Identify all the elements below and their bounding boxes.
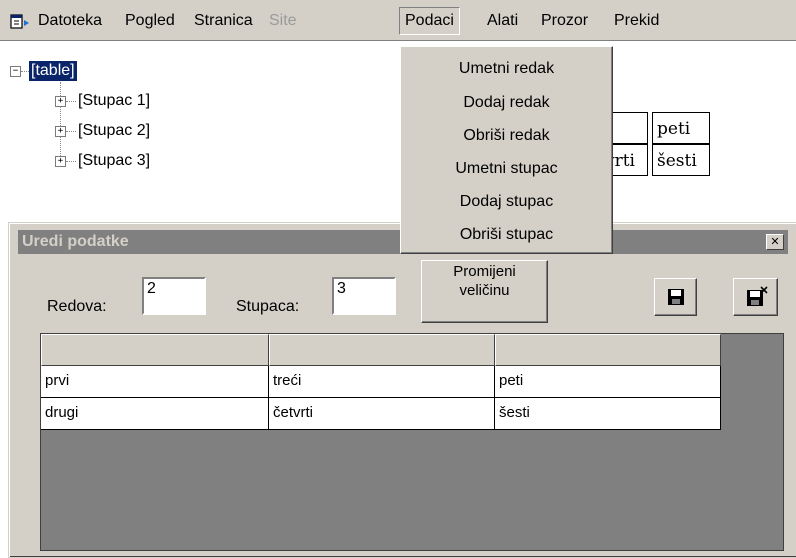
grid-header-cell[interactable] — [41, 334, 269, 366]
save-close-icon — [747, 286, 768, 306]
tree-root-table[interactable]: [table] — [29, 61, 77, 81]
tree-expand-icon[interactable]: + — [55, 126, 66, 137]
preview-cell: šesti — [652, 144, 710, 176]
menu-item-umetni-redak[interactable]: Umetni redak — [401, 59, 612, 79]
resize-label-line1: Promijeni — [453, 263, 516, 280]
columns-field[interactable]: 3 — [332, 277, 396, 315]
data-grid: prvi treći peti drugi četvrti šesti — [40, 333, 784, 551]
menu-item-obrisi-stupac[interactable]: Obriši stupac — [401, 225, 612, 245]
menu-prekid[interactable]: Prekid — [614, 11, 659, 31]
tree-guide-line — [21, 71, 29, 72]
menu-pogled[interactable]: Pogled — [125, 11, 175, 31]
tree-guide-line — [66, 131, 76, 132]
resize-label-line2: veličinu — [459, 282, 510, 299]
resize-button[interactable]: Promijeni veličinu — [421, 260, 548, 323]
menu-item-umetni-stupac[interactable]: Umetni stupac — [401, 159, 612, 179]
menu-item-dodaj-stupac[interactable]: Dodaj stupac — [401, 192, 612, 212]
grid-cell[interactable]: treći — [269, 366, 495, 398]
close-icon[interactable]: ✕ — [766, 234, 784, 250]
tree-guide-line — [66, 101, 76, 102]
tree-item-stupac-1[interactable]: [Stupac 1] — [78, 91, 150, 111]
grid-cell[interactable]: drugi — [41, 398, 269, 430]
grid-header-cell[interactable] — [495, 334, 721, 366]
podaci-dropdown-menu: Umetni redak Dodaj redak Obriši redak Um… — [400, 46, 613, 254]
menu-prozor[interactable]: Prozor — [541, 11, 588, 31]
grid-cell[interactable]: šesti — [495, 398, 721, 430]
menu-item-obrisi-redak[interactable]: Obriši redak — [401, 126, 612, 146]
save-button[interactable] — [654, 278, 697, 316]
columns-label: Stupaca: — [236, 298, 300, 315]
tree-item-stupac-3[interactable]: [Stupac 3] — [78, 151, 150, 171]
menu-item-dodaj-redak[interactable]: Dodaj redak — [401, 93, 612, 113]
app-icon[interactable] — [10, 12, 30, 30]
menu-stranica[interactable]: Stranica — [194, 11, 253, 31]
dialog-title: Uredi podatke — [22, 233, 129, 250]
tree-expand-icon[interactable]: + — [55, 96, 66, 107]
tree-collapse-icon[interactable]: − — [10, 66, 21, 77]
preview-cell: peti — [652, 112, 710, 144]
menu-bar: Datoteka Pogled Stranica Site Podaci Ala… — [0, 0, 796, 41]
tree-guide-line — [60, 82, 61, 164]
rows-field[interactable]: 2 — [142, 277, 206, 315]
menu-datoteka[interactable]: Datoteka — [38, 11, 102, 31]
save-icon — [668, 289, 684, 305]
grid-cell[interactable]: peti — [495, 366, 721, 398]
grid-cell[interactable]: prvi — [41, 366, 269, 398]
save-close-button[interactable] — [733, 278, 778, 316]
tree-guide-line — [66, 161, 76, 162]
grid-cell[interactable]: četvrti — [269, 398, 495, 430]
rows-label: Redova: — [47, 298, 107, 315]
menu-site: Site — [269, 12, 297, 29]
menu-alati[interactable]: Alati — [487, 11, 518, 31]
grid-header-cell[interactable] — [269, 334, 495, 366]
menu-podaci[interactable]: Podaci — [399, 7, 460, 35]
tree-expand-icon[interactable]: + — [55, 156, 66, 167]
tree-item-stupac-2[interactable]: [Stupac 2] — [78, 121, 150, 141]
